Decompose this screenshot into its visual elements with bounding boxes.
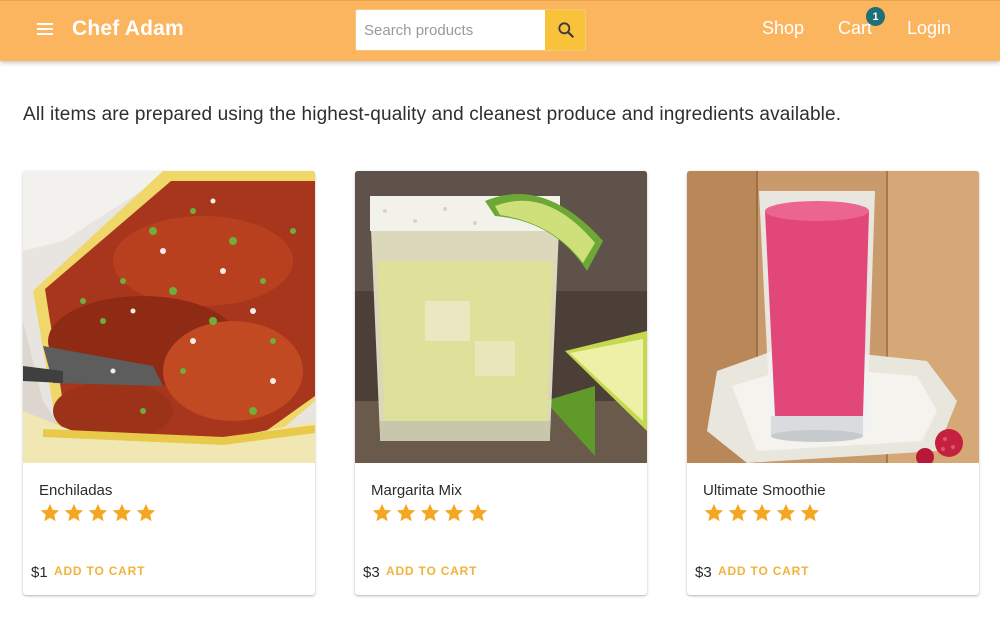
brand-title[interactable]: Chef Adam	[72, 17, 184, 41]
search-input[interactable]	[356, 10, 545, 50]
nav-login-link[interactable]: Login	[907, 18, 951, 39]
product-name: Margarita Mix	[371, 482, 462, 499]
add-to-cart-button[interactable]: ADD TO CART	[54, 564, 145, 578]
star-icon	[64, 503, 84, 522]
search-bar	[355, 9, 586, 51]
product-rating	[371, 502, 489, 524]
star-icon	[800, 503, 820, 522]
cart-count-badge: 1	[866, 7, 885, 26]
product-rating	[703, 502, 821, 524]
page-tagline: All items are prepared using the highest…	[23, 104, 842, 125]
product-rating	[39, 502, 157, 524]
product-image-enchiladas[interactable]	[23, 171, 315, 463]
search-button[interactable]	[545, 10, 585, 50]
star-icon	[112, 503, 132, 522]
star-icon	[372, 503, 392, 522]
product-price: $3	[363, 564, 380, 581]
menu-icon[interactable]	[33, 17, 57, 41]
product-name: Enchiladas	[39, 482, 113, 499]
app-bar: Chef Adam Shop Cart 1 Login	[0, 0, 1000, 61]
star-icon	[136, 503, 156, 522]
star-icon	[728, 503, 748, 522]
product-price: $3	[695, 564, 712, 581]
star-icon	[776, 503, 796, 522]
product-card-ultimate-smoothie[interactable]: Ultimate Smoothie $3 ADD TO CART	[687, 171, 979, 595]
star-icon	[40, 503, 60, 522]
product-price: $1	[31, 564, 48, 581]
add-to-cart-button[interactable]: ADD TO CART	[386, 564, 477, 578]
nav-shop-link[interactable]: Shop	[762, 18, 804, 39]
product-image-ultimate-smoothie[interactable]	[687, 171, 979, 463]
product-card-margarita-mix[interactable]: Margarita Mix $3 ADD TO CART	[355, 171, 647, 595]
star-icon	[468, 503, 488, 522]
star-icon	[396, 503, 416, 522]
star-icon	[444, 503, 464, 522]
product-name: Ultimate Smoothie	[703, 482, 826, 499]
search-icon	[557, 22, 574, 38]
star-icon	[752, 503, 772, 522]
star-icon	[704, 503, 724, 522]
product-card-enchiladas[interactable]: Enchiladas $1 ADD TO CART	[23, 171, 315, 595]
product-image-margarita-mix[interactable]	[355, 171, 647, 463]
star-icon	[88, 503, 108, 522]
add-to-cart-button[interactable]: ADD TO CART	[718, 564, 809, 578]
star-icon	[420, 503, 440, 522]
